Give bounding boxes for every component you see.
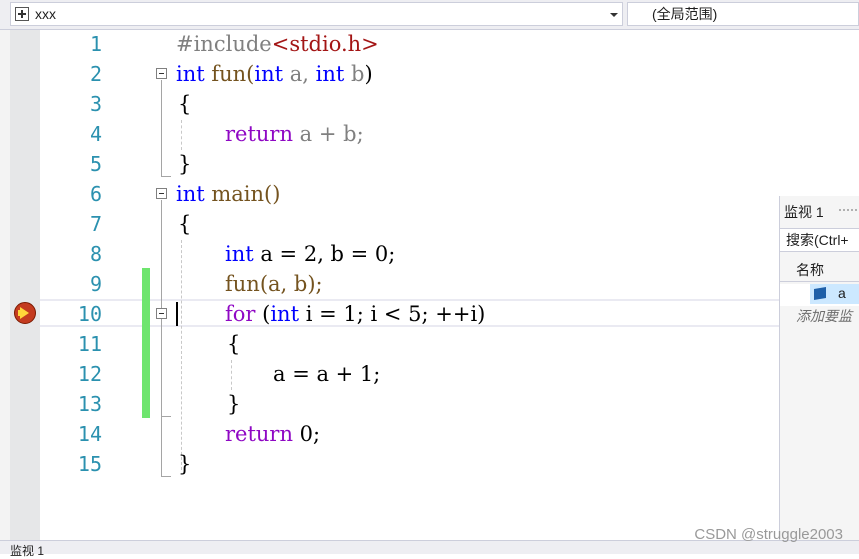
code-line: 7 { xyxy=(0,209,859,239)
code-line: 2 int fun(int a, int b) xyxy=(0,59,859,89)
line-number: 12 xyxy=(77,362,102,386)
chevron-down-icon[interactable] xyxy=(610,13,618,17)
code-line: 13 } xyxy=(0,389,859,419)
code-line: 6 int main() xyxy=(0,179,859,209)
code-text: { xyxy=(178,212,192,236)
line-number: 5 xyxy=(89,152,102,176)
line-number: 10 xyxy=(77,302,102,326)
code-text: return a + b; xyxy=(225,122,364,146)
code-text: return 0; xyxy=(225,422,321,446)
column-name-header[interactable]: 名称 xyxy=(796,260,824,280)
code-text: int fun(int a, int b) xyxy=(176,62,373,86)
code-text: int main() xyxy=(176,182,281,206)
line-number: 2 xyxy=(89,62,102,86)
line-number: 11 xyxy=(77,332,102,356)
code-text: int a = 2, b = 0; xyxy=(225,242,396,266)
code-line: 15 } xyxy=(0,449,859,479)
line-number: 3 xyxy=(89,92,102,116)
code-line: 14 return 0; xyxy=(0,419,859,449)
code-text: fun(a, b); xyxy=(225,272,323,296)
variable-icon xyxy=(814,286,826,301)
code-line: 3 { xyxy=(0,89,859,119)
code-line: 11 { xyxy=(0,329,859,359)
code-line: 5 } xyxy=(0,149,859,179)
text-caret xyxy=(176,302,178,326)
code-line-current: 10 for (int i = 1; i < 5; ++i) xyxy=(0,299,859,329)
line-number: 15 xyxy=(77,452,102,476)
tab-watch[interactable]: 监视 1 xyxy=(10,542,44,559)
code-text: { xyxy=(178,92,192,116)
project-icon xyxy=(15,7,29,21)
code-text: } xyxy=(178,452,192,476)
watch-search-input[interactable]: 搜索(Ctrl+ xyxy=(780,228,859,252)
navigation-bar: xxx (全局范围) xyxy=(0,0,859,30)
line-number: 1 xyxy=(89,32,102,56)
watch-column-header: 名称 xyxy=(780,256,859,282)
add-watch-hint[interactable]: 添加要监 xyxy=(796,306,852,326)
watch-row[interactable]: a xyxy=(780,284,859,306)
scope-dropdown[interactable]: (全局范围) xyxy=(627,2,859,26)
line-number: 14 xyxy=(77,422,102,446)
line-number: 13 xyxy=(77,392,102,416)
code-text: } xyxy=(227,392,241,416)
code-line: 9 fun(a, b); xyxy=(0,269,859,299)
code-line: 8 int a = 2, b = 0; xyxy=(0,239,859,269)
code-line: 4 return a + b; xyxy=(0,119,859,149)
code-text: } xyxy=(178,152,192,176)
line-number: 7 xyxy=(89,212,102,236)
watch-variable-name[interactable]: a xyxy=(838,285,846,301)
code-line: 12 a = a + 1; xyxy=(0,359,859,389)
line-number: 9 xyxy=(89,272,102,296)
watch-panel: 监视 1 搜索(Ctrl+ 名称 a 添加要监 xyxy=(779,196,859,540)
line-number: 4 xyxy=(89,122,102,146)
project-dropdown[interactable]: xxx xyxy=(10,2,623,26)
watermark: CSDN @struggle2003 xyxy=(694,526,843,543)
line-number: 8 xyxy=(89,242,102,266)
panel-grip-icon[interactable] xyxy=(838,208,859,213)
project-name: xxx xyxy=(35,6,56,22)
code-text: { xyxy=(227,332,241,356)
code-text: for (int i = 1; i < 5; ++i) xyxy=(225,302,486,326)
scope-label: (全局范围) xyxy=(652,6,718,22)
code-text: a = a + 1; xyxy=(273,362,381,386)
watch-title[interactable]: 监视 1 xyxy=(784,202,824,222)
code-line: 1 #include<stdio.h> xyxy=(0,29,859,59)
line-number: 6 xyxy=(89,182,102,206)
code-text: #include<stdio.h> xyxy=(176,32,379,56)
